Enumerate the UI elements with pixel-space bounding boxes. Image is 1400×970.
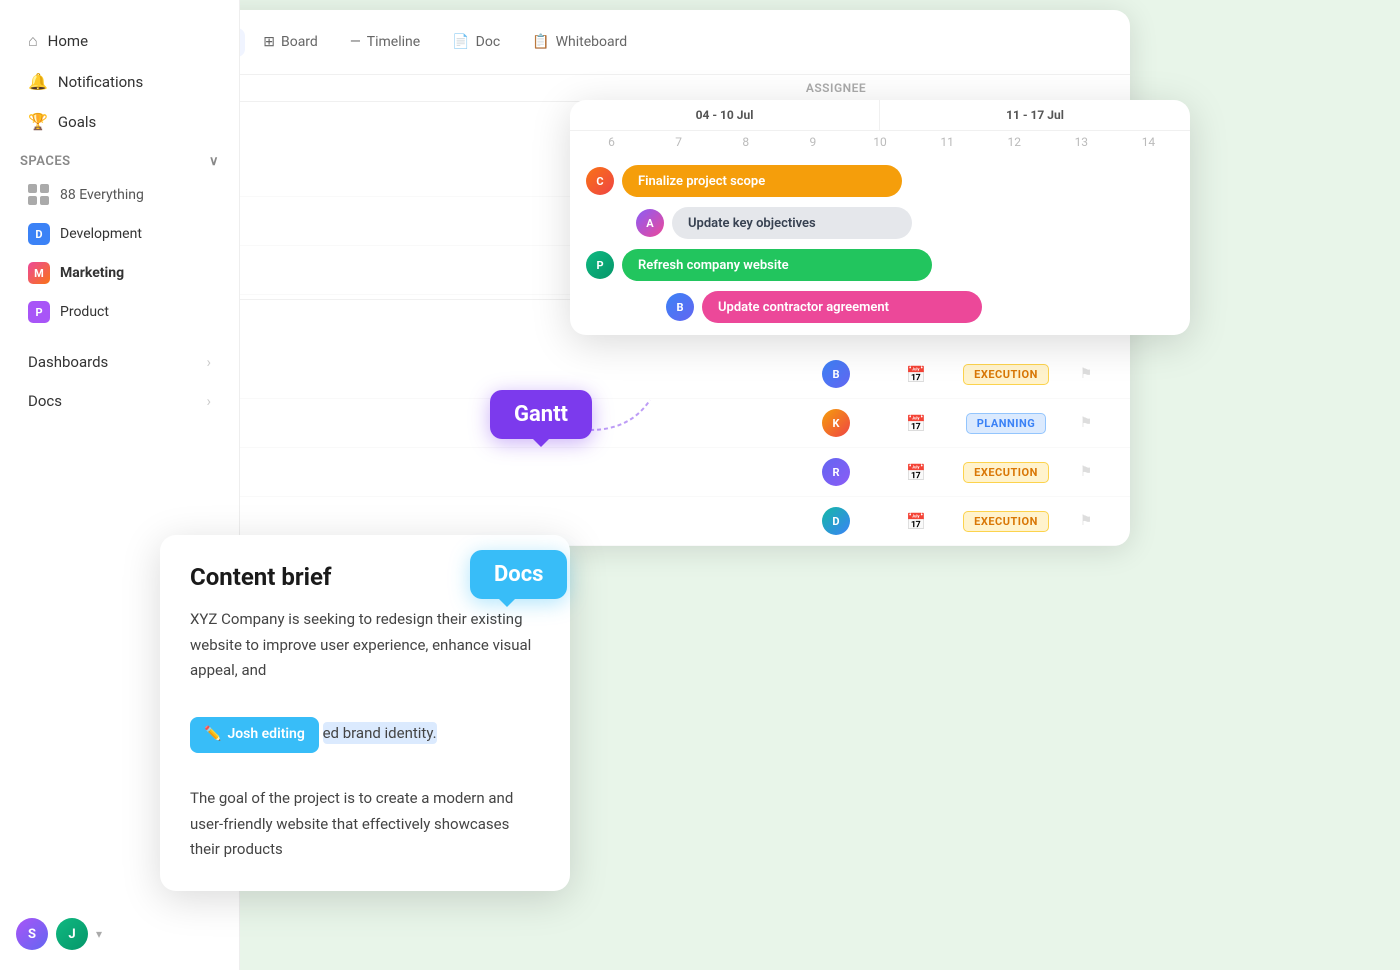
docs-body: XYZ Company is seeking to redesign their… [190,607,540,863]
sidebar-item-goals[interactable]: 🏆 Goals [8,102,231,141]
gantt-row: A Update key objectives [586,207,1174,239]
gantt-date: 12 [981,135,1048,149]
gantt-date: 6 [578,135,645,149]
product-icon: P [28,301,50,323]
task-status: EXECUTION [946,364,1066,385]
product-label: Product [60,304,109,320]
marketing-label: Marketing [60,265,124,281]
gantt-dates: 6 7 8 9 10 11 12 13 14 [570,131,1190,153]
home-icon: ⌂ [28,31,38,51]
task-date: 📅 [886,512,946,531]
avatar: D [822,507,850,535]
chevron-down-user: ▾ [96,927,102,941]
everything-icon [28,184,50,206]
tab-doc[interactable]: 📄 Doc [438,28,514,57]
gantt-bars-container: C Finalize project scope A Update key ob… [570,153,1190,335]
sidebar-home-label: Home [48,32,88,50]
user-area[interactable]: S J ▾ [0,918,239,950]
gantt-date: 14 [1115,135,1182,149]
whiteboard-icon: 📋 [532,34,549,50]
gantt-bar-website: Refresh company website [622,249,932,281]
gantt-row: C Finalize project scope [586,165,1174,197]
board-icon: ⊞ [263,34,275,50]
timeline-icon: — [350,34,361,50]
gantt-date: 13 [1048,135,1115,149]
project-tabs: ≡ List ⊞ Board — Timeline 📄 Doc 📋 Whiteb… [180,28,641,57]
gantt-avatar: B [666,293,694,321]
status-badge: PLANNING [966,413,1047,434]
task-status: PLANNING [946,413,1066,434]
task-status: EXECUTION [946,511,1066,532]
chevron-right-icon: › [206,353,211,371]
task-date: 📅 [886,365,946,384]
task-date: 📅 [886,414,946,433]
gantt-card: 04 - 10 Jul 11 - 17 Jul 6 7 8 9 10 11 12… [570,100,1190,335]
tab-board[interactable]: ⊞ Board [249,28,332,57]
gantt-date: 8 [712,135,779,149]
sidebar-item-product[interactable]: P Product [8,293,231,331]
gantt-bar-contractor: Update contractor agreement [702,291,982,323]
development-label: Development [60,226,142,242]
user-avatar-s: S [16,918,48,950]
gantt-date: 9 [779,135,846,149]
chevron-down-icon[interactable]: ∨ [209,154,219,169]
gantt-tooltip: Gantt [490,390,592,439]
col-assignee-header: ASSIGNEE [786,81,886,95]
chevron-right-icon-docs: › [206,392,211,410]
task-flag: ⚑ [1066,415,1106,431]
goals-icon: 🏆 [28,112,48,131]
sidebar-item-everything[interactable]: 88 Everything [8,176,231,214]
gantt-date: 7 [645,135,712,149]
sidebar-notifications-label: Notifications [58,73,143,91]
status-badge: EXECUTION [963,364,1049,385]
task-date: 📅 [886,463,946,482]
spaces-section: Spaces ∨ [0,142,239,175]
gantt-row: B Update contractor agreement [586,291,1174,323]
development-icon: D [28,223,50,245]
gantt-bar-objectives: Update key objectives [672,207,912,239]
gantt-row: P Refresh company website [586,249,1174,281]
pencil-icon: ✏️ [204,723,221,747]
gantt-avatar: C [586,167,614,195]
task-flag: ⚑ [1066,464,1106,480]
everything-label: 88 Everything [60,187,144,203]
sidebar-item-notifications[interactable]: 🔔 Notifications [8,62,231,101]
sidebar-item-dashboards[interactable]: Dashboards › [8,343,231,381]
avatar: B [822,360,850,388]
tab-timeline[interactable]: — Timeline [336,28,434,57]
gantt-date: 10 [846,135,913,149]
task-flag: ⚑ [1066,513,1106,529]
task-flag: ⚑ [1066,366,1106,382]
gantt-date: 11 [914,135,981,149]
user-avatar-photo: J [56,918,88,950]
avatar: R [822,458,850,486]
sidebar-item-home[interactable]: ⌂ Home [8,21,231,61]
status-badge: EXECUTION [963,462,1049,483]
task-status: EXECUTION [946,462,1066,483]
tab-whiteboard[interactable]: 📋 Whiteboard [518,28,641,57]
gantt-avatar: P [586,251,614,279]
task-assignee: D [786,507,886,535]
gantt-avatar: A [636,209,664,237]
editing-badge: ✏️ Josh editing [190,717,319,753]
task-assignee: K [786,409,886,437]
task-assignee: B [786,360,886,388]
task-assignee: R [786,458,886,486]
status-badge: EXECUTION [963,511,1049,532]
docs-tooltip: Docs [470,550,567,599]
gantt-bar-finalize: Finalize project scope [622,165,902,197]
gantt-week2-label: 11 - 17 Jul [880,100,1190,130]
sidebar-item-development[interactable]: D Development [8,215,231,253]
doc-icon: 📄 [452,34,469,50]
sidebar-item-marketing[interactable]: M Marketing [8,254,231,292]
sidebar-goals-label: Goals [58,113,96,131]
sidebar-item-docs[interactable]: Docs › [8,382,231,420]
gantt-week-headers: 04 - 10 Jul 11 - 17 Jul [570,100,1190,131]
gantt-week1-label: 04 - 10 Jul [570,100,880,130]
marketing-icon: M [28,262,50,284]
bell-icon: 🔔 [28,72,48,91]
avatar: K [822,409,850,437]
